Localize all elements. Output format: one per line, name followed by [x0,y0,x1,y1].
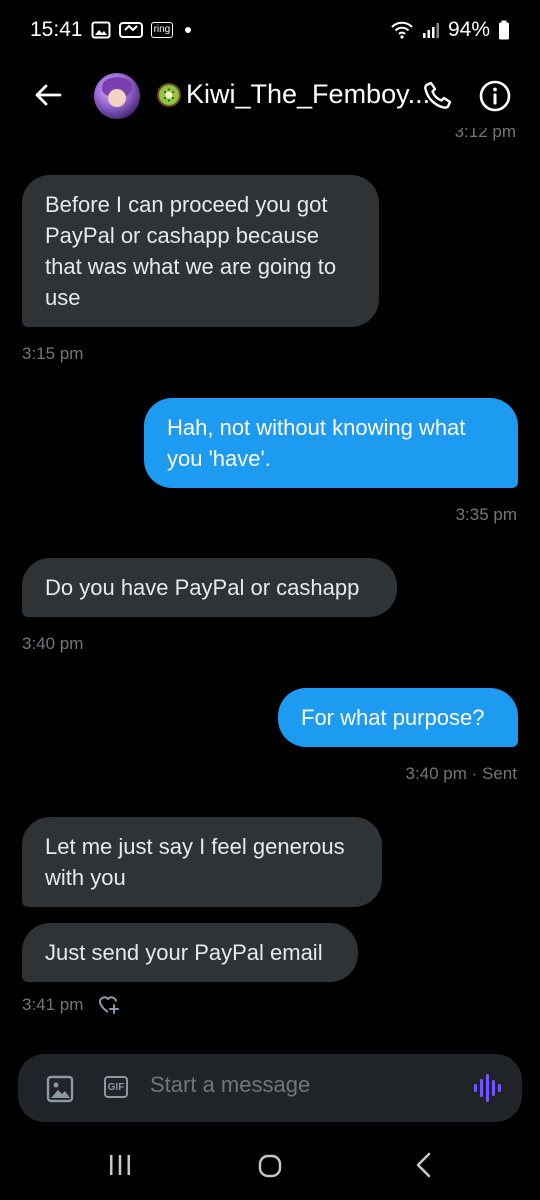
gif-button[interactable]: GIF [104,1076,128,1098]
battery-percentage: 94% [447,18,490,41]
message-timestamp: 3:40 pm [22,634,84,653]
back-button[interactable] [30,77,66,113]
home-icon[interactable] [258,1154,282,1178]
info-icon [479,80,511,112]
image-attach-icon[interactable] [46,1075,74,1103]
status-bar: 15:41 ring 94% [0,0,540,60]
message-timestamp: 3:41 pm [22,995,84,1014]
contact-name: Kiwi_The_Femboy... [186,79,431,109]
status-right: 94% [390,18,510,42]
message-status: 3:40 pm · Sent [405,764,517,783]
avatar[interactable] [94,73,140,119]
wifi-icon [390,20,414,40]
app-notification-icon [118,20,143,40]
add-reaction-heart-icon[interactable] [96,992,120,1016]
conversation-header: Kiwi_The_Femboy... [0,62,540,128]
status-left: 15:41 ring [30,18,192,42]
back-nav-icon[interactable] [414,1152,432,1178]
kiwi-emoji-icon [157,82,181,107]
ring-notification-icon: ring [150,22,174,38]
message-bubble-received[interactable]: Just send your PayPal email [22,923,358,982]
info-button[interactable] [476,77,514,115]
message-bubble-received[interactable]: Do you have PayPal or cashapp [22,558,397,617]
recents-icon[interactable] [108,1154,132,1176]
call-button[interactable] [420,77,456,113]
message-bubble-received[interactable]: Before I can proceed you got PayPal or c… [22,175,379,327]
message-bubble-sent[interactable]: Hah, not without knowing what you 'have'… [144,398,518,488]
signal-icon [422,21,440,39]
clipped-timestamp: 3:12 pm [454,128,516,141]
more-notifications-dot [185,27,192,33]
message-timestamp: 3:15 pm [22,344,84,363]
voice-message-icon[interactable] [472,1072,502,1104]
header-title[interactable]: Kiwi_The_Femboy... [156,79,430,110]
system-navigation-bar [0,1130,540,1200]
battery-icon [498,20,510,40]
message-input[interactable]: Start a message [150,1072,310,1098]
back-arrow-icon [35,84,62,106]
message-bubble-sent[interactable]: For what purpose? [278,688,518,747]
message-timestamp: 3:35 pm [455,505,517,524]
avatar-face [108,89,126,107]
gallery-notification-icon [91,20,111,40]
message-list[interactable]: 3:12 pm Before I can proceed you got Pay… [0,128,540,1033]
status-time: 15:41 [30,18,83,41]
message-bubble-received[interactable]: Let me just say I feel generous with you [22,817,382,907]
phone-icon [424,81,452,109]
message-composer: GIF Start a message [18,1054,522,1122]
